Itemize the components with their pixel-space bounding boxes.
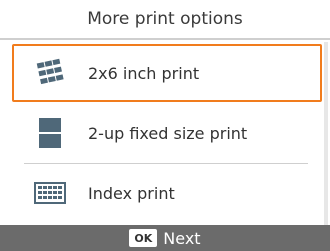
ok-button-badge[interactable]: OK — [129, 229, 158, 247]
two-up-print-icon — [34, 117, 66, 149]
option-index-print[interactable]: Index print — [12, 164, 322, 222]
option-2x6-print[interactable]: 2x6 inch print — [12, 44, 322, 102]
option-label: 2-up fixed size print — [88, 123, 248, 143]
index-grid-icon — [34, 177, 66, 209]
option-label: 2x6 inch print — [88, 63, 200, 83]
option-2up-fixed-print[interactable]: 2-up fixed size print — [12, 104, 322, 162]
next-label: Next — [163, 228, 201, 248]
print-option-menu: 2x6 inch print 2-up fixed size print Ind… — [0, 42, 330, 225]
option-label: Index print — [88, 183, 175, 203]
print-options-screen: More print options 2x6 inch print 2-up f… — [0, 0, 330, 251]
menu-scrollbar[interactable] — [324, 42, 328, 225]
multi-tile-print-icon — [34, 57, 66, 89]
footer-bar: OK Next — [0, 225, 330, 251]
menu-divider — [24, 163, 308, 164]
screen-title: More print options — [0, 0, 330, 40]
